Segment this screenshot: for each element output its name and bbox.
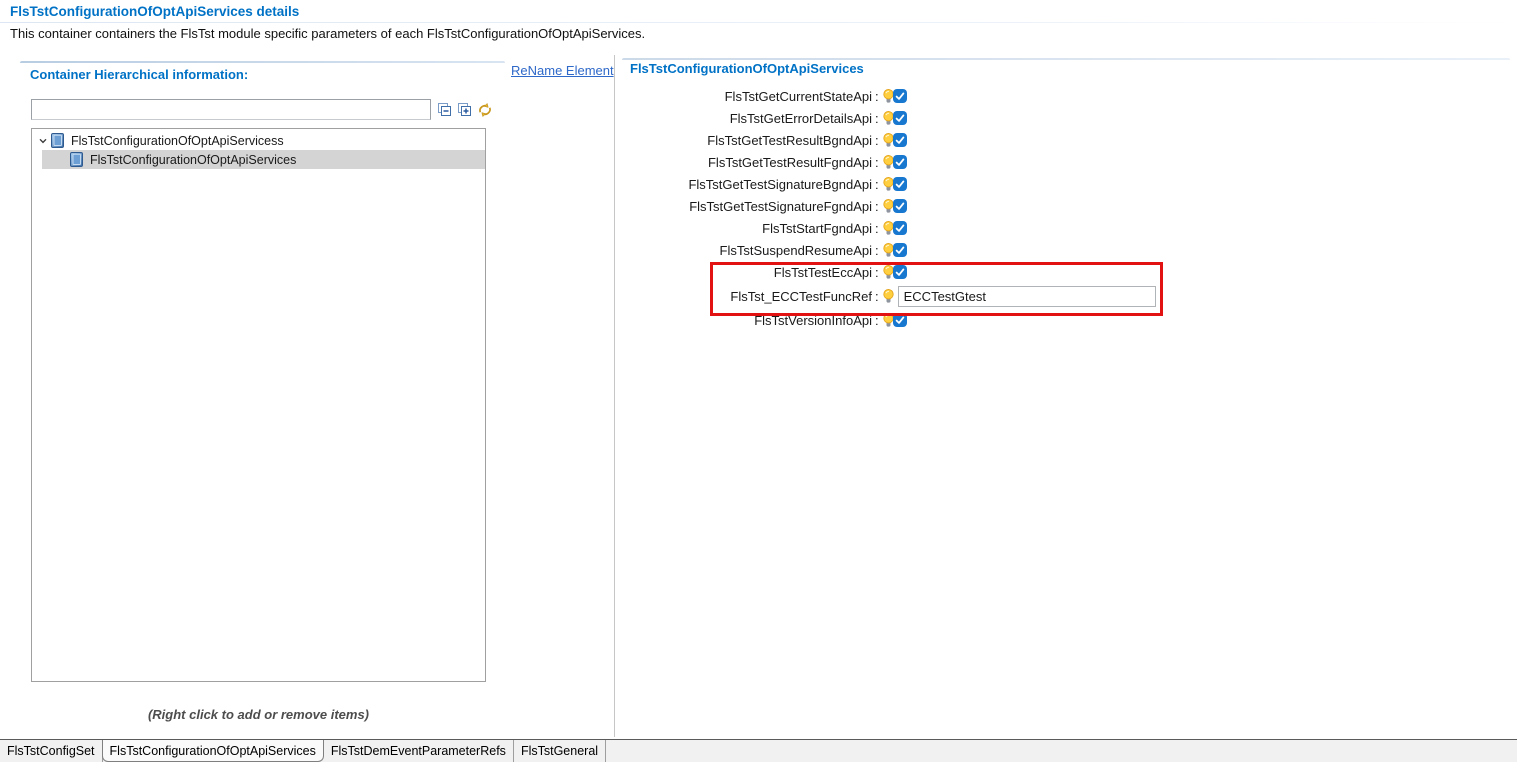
- refresh-icon[interactable]: [476, 101, 493, 118]
- page-title: FlsTstConfigurationOfOptApiServices deta…: [10, 4, 299, 19]
- param-colon: :: [872, 155, 883, 170]
- param-label: FlsTstSuspendResumeApi: [622, 243, 872, 258]
- param-colon: :: [872, 289, 883, 304]
- param-checkbox[interactable]: [893, 221, 907, 235]
- tree-item-label: FlsTstConfigurationOfOptApiServicess: [71, 134, 284, 148]
- param-label: FlsTstGetTestSignatureFgndApi: [622, 199, 872, 214]
- param-checkbox[interactable]: [893, 243, 907, 257]
- bulb-icon: [883, 111, 894, 126]
- expand-all-icon[interactable]: [456, 101, 473, 118]
- bulb-icon: [883, 133, 894, 148]
- param-row: FlsTstTestEccApi:: [622, 261, 1262, 283]
- param-row: FlsTstGetTestResultBgndApi:: [622, 129, 1262, 151]
- param-checkbox[interactable]: [893, 155, 907, 169]
- rename-element-link[interactable]: ReName Element: [511, 63, 614, 78]
- param-colon: :: [872, 89, 883, 104]
- bulb-icon: [883, 177, 894, 192]
- param-row: FlsTstSuspendResumeApi:: [622, 239, 1262, 261]
- param-checkbox[interactable]: [893, 199, 907, 213]
- tree-filter-input[interactable]: [31, 99, 431, 120]
- config-editor-window: FlsTstConfigurationOfOptApiServices deta…: [0, 0, 1517, 762]
- param-colon: :: [872, 111, 883, 126]
- param-label: FlsTstGetCurrentStateApi: [622, 89, 872, 104]
- tree-item[interactable]: FlsTstConfigurationOfOptApiServices: [42, 150, 485, 169]
- tab-label: FlsTstGeneral: [521, 744, 598, 758]
- tree-toolbar: [436, 101, 493, 118]
- bottom-tab[interactable]: FlsTstConfigSet: [0, 740, 103, 762]
- param-text-input[interactable]: [898, 286, 1156, 307]
- param-label: FlsTstStartFgndApi: [622, 221, 872, 236]
- param-label: FlsTstGetTestResultFgndApi: [622, 155, 872, 170]
- param-colon: :: [872, 177, 883, 192]
- param-colon: :: [872, 265, 883, 280]
- chevron-down-icon[interactable]: [36, 136, 49, 146]
- page-subtitle: This container containers the FlsTst mod…: [10, 26, 645, 41]
- param-checkbox[interactable]: [893, 111, 907, 125]
- bulb-icon: [883, 243, 894, 258]
- bulb-icon: [883, 265, 894, 280]
- param-colon: :: [872, 243, 883, 258]
- bottom-tab[interactable]: FlsTstGeneral: [514, 740, 606, 762]
- panel-divider: [614, 55, 615, 737]
- param-checkbox[interactable]: [893, 313, 907, 327]
- param-colon: :: [872, 221, 883, 236]
- container-icon: [51, 133, 65, 148]
- tab-label: FlsTstDemEventParameterRefs: [331, 744, 506, 758]
- param-row: FlsTstGetTestResultFgndApi:: [622, 151, 1262, 173]
- param-label: FlsTstGetTestResultBgndApi: [622, 133, 872, 148]
- param-row: FlsTstGetCurrentStateApi:: [622, 85, 1262, 107]
- parameter-list: FlsTstGetCurrentStateApi:FlsTstGetErrorD…: [622, 85, 1262, 331]
- param-label: FlsTstTestEccApi: [622, 265, 872, 280]
- bottom-tab[interactable]: FlsTstConfigurationOfOptApiServices: [102, 740, 324, 762]
- param-colon: :: [872, 133, 883, 148]
- param-label: FlsTstVersionInfoApi: [622, 313, 872, 328]
- param-label: FlsTstGetErrorDetailsApi: [622, 111, 872, 126]
- param-row: FlsTst_ECCTestFuncRef:: [622, 283, 1262, 309]
- param-label: FlsTst_ECCTestFuncRef: [622, 289, 872, 304]
- param-row: FlsTstGetTestSignatureFgndApi:: [622, 195, 1262, 217]
- param-colon: :: [872, 199, 883, 214]
- param-colon: :: [872, 313, 883, 328]
- tree-item-label: FlsTstConfigurationOfOptApiServices: [90, 153, 296, 167]
- bulb-icon: [883, 199, 894, 214]
- tree-hint: (Right click to add or remove items): [31, 707, 486, 722]
- bulb-icon: [883, 313, 894, 328]
- param-label: FlsTstGetTestSignatureBgndApi: [622, 177, 872, 192]
- tab-label: FlsTstConfigurationOfOptApiServices: [110, 744, 316, 758]
- param-row: FlsTstVersionInfoApi:: [622, 309, 1262, 331]
- header-divider: [0, 22, 1517, 23]
- right-section-title: FlsTstConfigurationOfOptApiServices: [630, 61, 864, 76]
- bottom-tabbar: FlsTstConfigSet FlsTstConfigurationOfOptA…: [0, 739, 1517, 762]
- param-checkbox[interactable]: [893, 133, 907, 147]
- tree-item[interactable]: FlsTstConfigurationOfOptApiServicess: [32, 131, 485, 150]
- right-group-border: [622, 58, 1510, 60]
- left-section-title: Container Hierarchical information:: [30, 67, 248, 82]
- param-checkbox[interactable]: [893, 89, 907, 103]
- param-checkbox[interactable]: [893, 177, 907, 191]
- container-icon: [70, 152, 84, 167]
- bottom-tab[interactable]: FlsTstDemEventParameterRefs: [324, 740, 514, 762]
- param-row: FlsTstStartFgndApi:: [622, 217, 1262, 239]
- param-row: FlsTstGetTestSignatureBgndApi:: [622, 173, 1262, 195]
- tab-label: FlsTstConfigSet: [7, 744, 95, 758]
- bulb-icon: [883, 289, 894, 304]
- param-row: FlsTstGetErrorDetailsApi:: [622, 107, 1262, 129]
- bulb-icon: [883, 155, 894, 170]
- container-tree[interactable]: FlsTstConfigurationOfOptApiServicess FlsT…: [31, 128, 486, 682]
- left-group-border: [20, 61, 505, 63]
- param-checkbox[interactable]: [893, 265, 907, 279]
- bulb-icon: [883, 89, 894, 104]
- bulb-icon: [883, 221, 894, 236]
- collapse-all-icon[interactable]: [436, 101, 453, 118]
